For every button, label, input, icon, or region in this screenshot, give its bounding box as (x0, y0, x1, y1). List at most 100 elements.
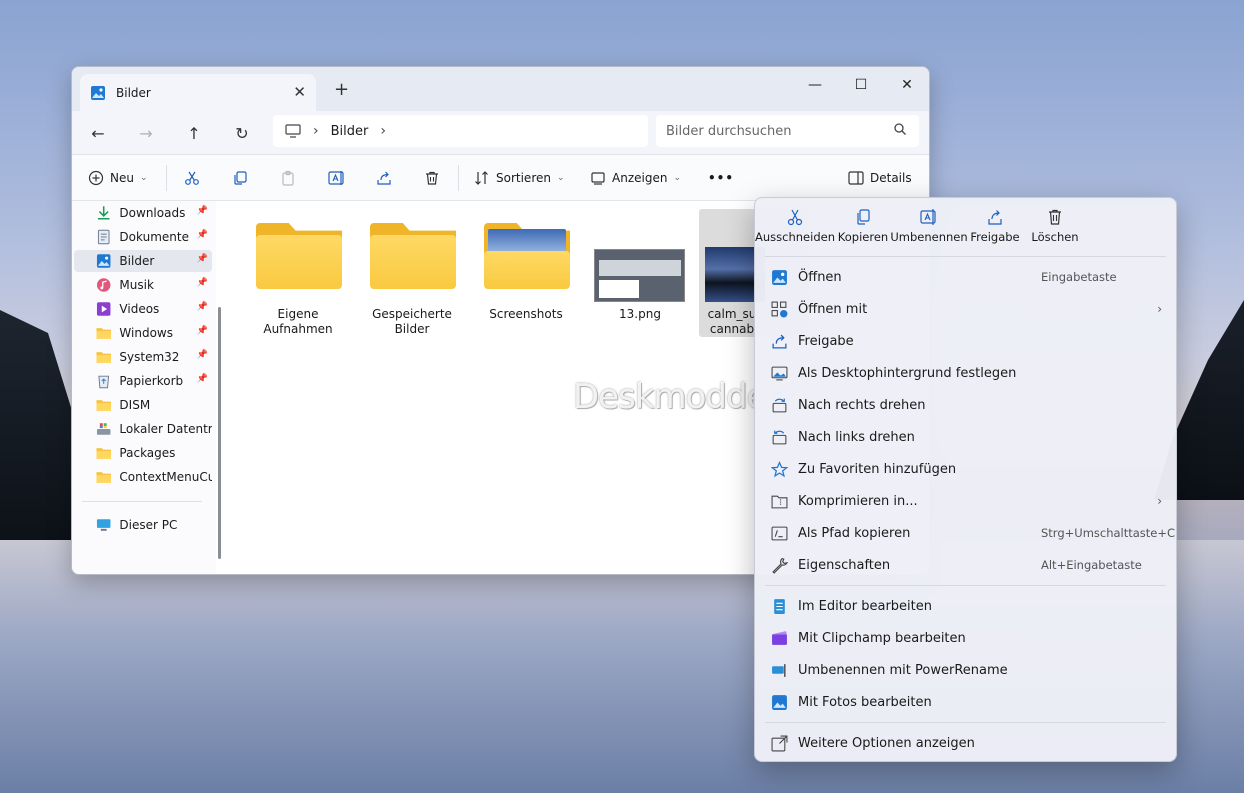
rename-action[interactable]: Umbenennen (890, 208, 968, 252)
sidebar-item-dokumente[interactable]: Dokumente 📌 (74, 226, 212, 248)
sidebar-item-this-pc[interactable]: Dieser PC (74, 514, 212, 536)
search-input[interactable]: Bilder durchsuchen (656, 115, 919, 147)
menu-item-more-options[interactable]: Weitere Optionen anzeigen (761, 729, 1170, 757)
menu-item-add-favorites[interactable]: Zu Favoriten hinzufügen (761, 455, 1170, 483)
sidebar-item-system32[interactable]: System32 📌 (74, 346, 212, 368)
up-button[interactable]: ↑ (182, 121, 206, 145)
plus-circle-icon (88, 170, 104, 186)
forward-button[interactable]: → (134, 121, 158, 145)
sidebar-item-dism[interactable]: DISM (74, 394, 212, 416)
file-label: 13.png (619, 307, 661, 321)
sidebar-item-downloads[interactable]: Downloads 📌 (74, 202, 212, 224)
menu-item-open[interactable]: Öffnen Eingabetaste (761, 263, 1170, 291)
address-bar[interactable]: › Bilder › (273, 115, 648, 147)
view-icon (591, 172, 605, 185)
sidebar-item-label: DISM (119, 398, 151, 412)
delete-action[interactable]: Löschen (1027, 208, 1083, 252)
document-icon (97, 229, 110, 245)
menu-item-edit-photos[interactable]: Mit Fotos bearbeiten (761, 688, 1170, 716)
refresh-button[interactable]: ↻ (230, 121, 254, 145)
details-button[interactable]: Details (848, 166, 912, 190)
folder-item[interactable]: Gespeicherte Bilder (357, 209, 467, 337)
sidebar-item-musik[interactable]: Musik 📌 (74, 274, 212, 296)
menu-item-rotate-right[interactable]: Nach rechts drehen (761, 391, 1170, 419)
navigation-bar: ← → ↑ ↻ › Bilder › Bilder durchsuchen (72, 111, 929, 155)
menu-item-set-wallpaper[interactable]: Als Desktophintergrund festlegen (761, 359, 1170, 387)
photos-edit-icon (771, 694, 787, 710)
sort-button[interactable]: Sortieren ⌄ (474, 166, 565, 190)
pin-icon: 📌 (196, 230, 208, 240)
video-icon (96, 302, 111, 316)
folder-icon (370, 223, 456, 289)
chevron-right-icon[interactable]: › (380, 123, 386, 139)
chevron-down-icon: ⌄ (673, 173, 681, 183)
menu-item-label: Mit Clipchamp bearbeiten (798, 630, 966, 646)
rename-button[interactable] (328, 166, 346, 190)
menu-item-label: Weitere Optionen anzeigen (798, 735, 975, 751)
chevron-right-icon: › (1157, 302, 1162, 316)
command-bar: Neu ⌄ Sortieren ⌄ Anzeigen ⌄ ••• Details (72, 155, 929, 201)
photos-icon (771, 269, 787, 285)
close-button[interactable]: ✕ (884, 71, 929, 99)
menu-item-edit-notepad[interactable]: Im Editor bearbeiten (761, 592, 1170, 620)
sidebar-item-bilder[interactable]: Bilder 📌 (74, 250, 212, 272)
menu-item-label: Nach links drehen (798, 429, 915, 445)
more-options-button[interactable]: ••• (708, 166, 734, 190)
details-label: Details (870, 171, 912, 185)
menu-item-label: Zu Favoriten hinzufügen (798, 461, 957, 477)
toolbar-divider (458, 165, 459, 191)
folder-item[interactable]: Eigene Aufnahmen (243, 209, 353, 337)
menu-item-open-with[interactable]: Öffnen mit › (761, 295, 1170, 323)
sidebar-item-contextmenucus[interactable]: ContextMenuCus (74, 466, 212, 488)
sidebar-item-local-disk[interactable]: Lokaler Datenträg (74, 418, 212, 440)
delete-button[interactable] (424, 166, 440, 190)
breadcrumb-bilder[interactable]: Bilder (331, 124, 369, 139)
tab-bilder[interactable]: Bilder ✕ (80, 74, 316, 111)
new-tab-button[interactable]: + (334, 79, 349, 100)
paste-button[interactable] (280, 166, 296, 190)
menu-item-edit-clipchamp[interactable]: Mit Clipchamp bearbeiten (761, 624, 1170, 652)
menu-item-compress[interactable]: Komprimieren in... › (761, 487, 1170, 515)
image-thumbnail (594, 249, 685, 302)
image-item[interactable]: 13.png (585, 209, 695, 337)
copy-action[interactable]: Kopieren (835, 208, 891, 252)
cut-action[interactable]: Ausschneiden (755, 208, 835, 252)
sidebar-item-windows[interactable]: Windows 📌 (74, 322, 212, 344)
rotate-right-icon (772, 398, 786, 412)
maximize-button[interactable]: ☐ (838, 71, 884, 99)
sidebar-item-packages[interactable]: Packages (74, 442, 212, 464)
sidebar-scrollbar[interactable] (218, 307, 221, 559)
back-button[interactable]: ← (86, 121, 110, 145)
cut-button[interactable] (184, 166, 200, 190)
minimize-button[interactable]: — (792, 71, 838, 99)
copy-button[interactable] (232, 166, 248, 190)
pictures-icon (91, 85, 105, 100)
menu-shortcut: Eingabetaste (1041, 270, 1117, 284)
chevron-right-icon: › (313, 123, 319, 139)
view-button[interactable]: Anzeigen ⌄ (590, 166, 681, 190)
copy-path-icon (771, 526, 787, 540)
toolbar-divider (166, 165, 167, 191)
action-label: Freigabe (970, 230, 1020, 244)
folder-icon (96, 448, 111, 459)
close-tab-icon[interactable]: ✕ (293, 83, 306, 101)
menu-item-copy-path[interactable]: Als Pfad kopieren Strg+Umschalttaste+C (761, 519, 1175, 547)
menu-item-powerrename[interactable]: Umbenennen mit PowerRename (761, 656, 1170, 684)
menu-item-properties[interactable]: Eigenschaften Alt+Eingabetaste (761, 551, 1170, 579)
folder-icon (96, 352, 111, 363)
scissors-icon (787, 209, 803, 226)
sidebar-item-papierkorb[interactable]: Papierkorb 📌 (74, 370, 212, 392)
tab-title: Bilder (116, 85, 151, 100)
menu-item-share[interactable]: Freigabe (761, 327, 1170, 355)
new-button[interactable]: Neu ⌄ (88, 166, 148, 190)
file-label: Eigene Aufnahmen (263, 307, 333, 336)
share-button[interactable] (376, 166, 392, 190)
menu-item-label: Öffnen mit (798, 301, 868, 317)
pictures-icon (96, 254, 111, 268)
folder-item[interactable]: Screenshots (471, 209, 581, 337)
chevron-right-icon: › (1157, 494, 1162, 508)
share-action[interactable]: Freigabe (967, 208, 1023, 252)
menu-item-rotate-left[interactable]: Nach links drehen (761, 423, 1170, 451)
file-label: Screenshots (489, 307, 563, 321)
sidebar-item-videos[interactable]: Videos 📌 (74, 298, 212, 320)
